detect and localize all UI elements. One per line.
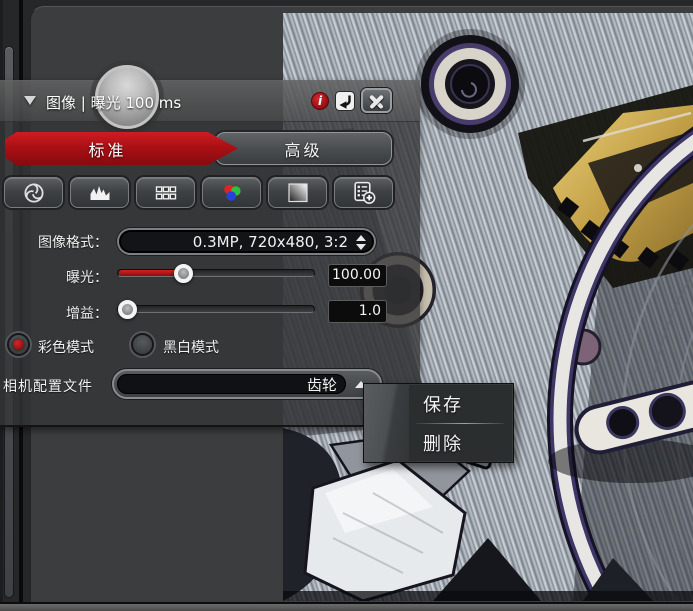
image-settings-panel: 图像 | 曝光 100 ms i 标准 高级: [0, 80, 420, 427]
binning-grid-button[interactable]: [136, 177, 195, 208]
camera-profile-combo[interactable]: 齿轮: [112, 369, 382, 399]
color-mode-radio[interactable]: [7, 333, 30, 356]
menu-item-delete[interactable]: 删除: [409, 423, 513, 462]
profile-context-menu: 保存 删除: [363, 383, 514, 463]
rgb-channels-icon: [219, 181, 245, 205]
exposure-label: 曝光：: [0, 267, 108, 287]
undock-icon[interactable]: [334, 90, 356, 112]
exposure-slider-handle[interactable]: [174, 264, 193, 283]
image-format-label: 图像格式：: [0, 232, 108, 252]
camera-profile-label: 相机配置文件: [3, 376, 93, 396]
image-format-select[interactable]: 0.3MP, 720x480, 3:2: [117, 228, 376, 255]
window-bottom-edge: [0, 602, 693, 611]
add-to-list-button[interactable]: [334, 177, 393, 208]
menu-icon-gutter: [364, 384, 409, 462]
gradient-button[interactable]: [268, 177, 327, 208]
bw-mode-label: 黑白模式: [163, 337, 219, 357]
histogram-button[interactable]: [70, 177, 129, 208]
add-to-list-icon: [350, 180, 377, 205]
gain-value-field[interactable]: 1.0: [328, 300, 387, 323]
bw-mode-radio[interactable]: [131, 333, 154, 356]
tab-advanced[interactable]: 高级: [215, 132, 392, 165]
binning-grid-icon: [152, 181, 180, 205]
no-filter-button[interactable]: [4, 177, 63, 208]
no-filter-icon: [21, 181, 47, 205]
gain-slider[interactable]: [117, 305, 315, 313]
menu-separator: [416, 423, 504, 424]
panel-title: 图像 | 曝光 100 ms: [46, 92, 181, 113]
color-mode-label: 彩色模式: [38, 337, 94, 357]
exposure-slider[interactable]: [117, 269, 315, 277]
radio-selected-dot: [13, 339, 24, 350]
exposure-value-field[interactable]: 100.00: [328, 264, 387, 287]
close-icon[interactable]: [361, 88, 392, 113]
histogram-icon: [87, 181, 113, 205]
tab-standard[interactable]: 标准: [5, 132, 238, 165]
rgb-channels-button[interactable]: [202, 177, 261, 208]
menu-item-save[interactable]: 保存: [409, 384, 513, 423]
gain-label: 增益：: [0, 303, 108, 323]
camera-profile-value[interactable]: 齿轮: [117, 374, 346, 394]
spinner-arrows-icon[interactable]: [356, 235, 366, 250]
gradient-icon: [285, 181, 311, 205]
gain-slider-handle[interactable]: [118, 300, 137, 319]
image-format-value: 0.3MP, 720x480, 3:2: [193, 233, 348, 251]
collapse-arrow-icon[interactable]: [24, 96, 36, 105]
app-window: 图像 | 曝光 100 ms i 标准 高级: [0, 0, 693, 611]
info-icon[interactable]: i: [311, 92, 329, 110]
